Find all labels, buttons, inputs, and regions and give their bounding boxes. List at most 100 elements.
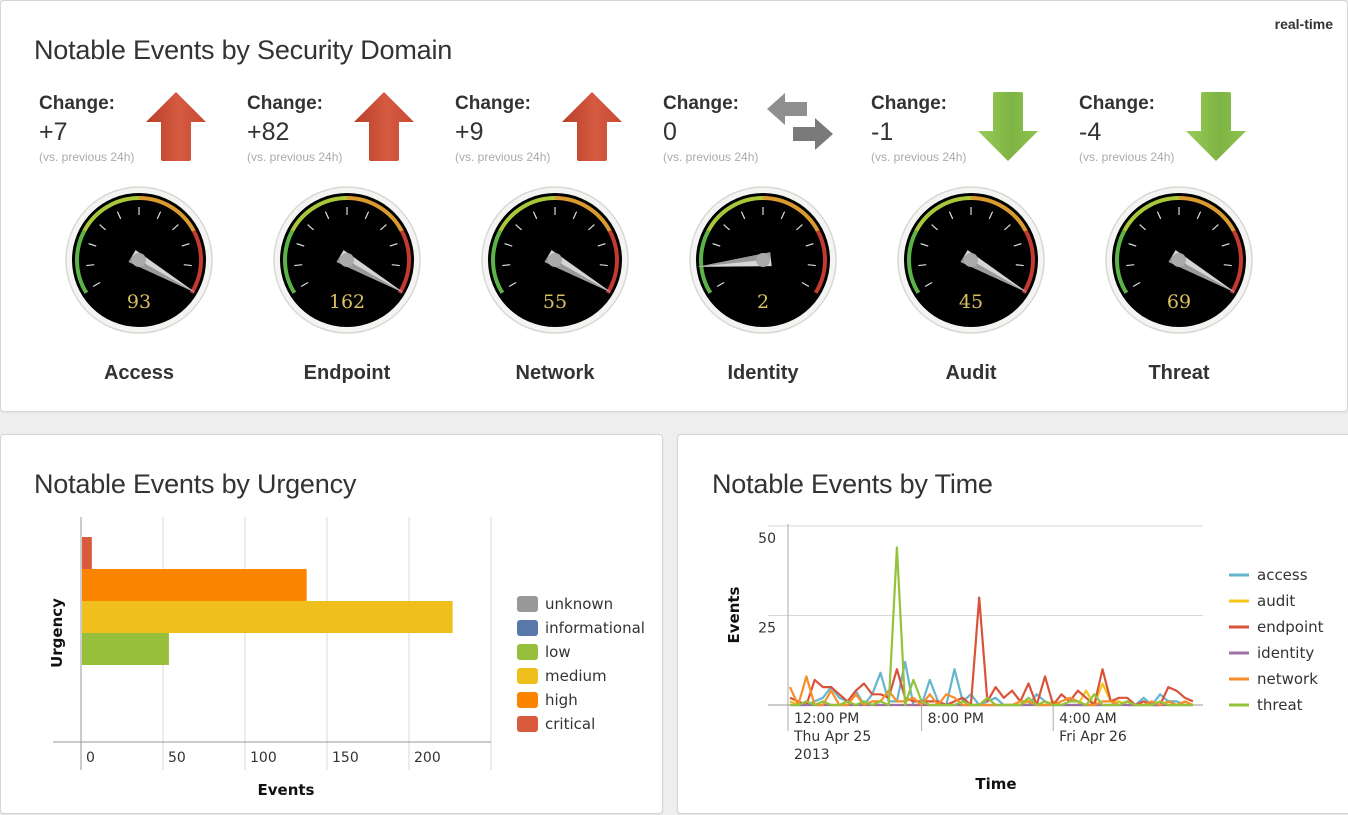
- gauge-value: 162: [329, 291, 365, 313]
- trend-up-arrow-icon: [354, 92, 414, 161]
- gauge-tick: [918, 264, 927, 267]
- x-tick-label: 150: [332, 750, 359, 766]
- legend-label-unknown[interactable]: unknown: [545, 595, 613, 613]
- trend-up-arrow-icon: [146, 92, 206, 161]
- change-label: Change:: [247, 93, 323, 114]
- change-value: +9: [455, 118, 484, 146]
- domain-access[interactable]: Change: +7 (vs. previous 24h) 93 Access: [1, 89, 213, 399]
- gauge-tick: [502, 264, 511, 267]
- gauge-tick: [86, 264, 95, 267]
- change-comparison-note: (vs. previous 24h): [1079, 150, 1175, 164]
- change-comparison-note: (vs. previous 24h): [247, 150, 343, 164]
- series-line-threat[interactable]: [790, 546, 1193, 707]
- change-label: Change:: [455, 93, 531, 114]
- gauge-tick: [1126, 264, 1135, 267]
- trend-down-arrow-icon: [978, 92, 1038, 161]
- gauge-tick: [807, 264, 816, 267]
- gauge-value: 69: [1167, 291, 1191, 313]
- gauge-hub: [756, 253, 770, 267]
- legend-swatch-medium: [517, 668, 538, 684]
- gauge-tick: [1223, 264, 1232, 267]
- x-tick-label: 4:00 AM: [1059, 711, 1117, 727]
- legend-label-access[interactable]: access: [1257, 566, 1308, 584]
- change-label: Change:: [39, 93, 115, 114]
- legend-swatch-low: [517, 644, 538, 660]
- gauge-tick: [183, 264, 192, 267]
- legend-label-medium[interactable]: medium: [545, 667, 607, 685]
- domain-identity[interactable]: Change: 0 (vs. previous 24h) 2 Identity: [625, 89, 837, 399]
- domain-name[interactable]: Threat: [1041, 362, 1317, 385]
- realtime-label: real-time: [1274, 16, 1333, 32]
- legend-swatch-high: [517, 692, 538, 708]
- domain-network[interactable]: Change: +9 (vs. previous 24h) 55 Network: [417, 89, 629, 399]
- time-panel: Notable Events by Time 25 50 12:00 PM Thu A…: [677, 434, 1348, 814]
- x-axis-title: Time: [975, 775, 1016, 793]
- legend-swatch-unknown: [517, 596, 538, 612]
- legend-swatch-informational: [517, 620, 538, 636]
- gauge-tick: [1015, 264, 1024, 267]
- y-tick-label: 50: [758, 531, 776, 547]
- change-comparison-note: (vs. previous 24h): [871, 150, 967, 164]
- gauge-hub: [964, 253, 978, 267]
- change-comparison-note: (vs. previous 24h): [455, 150, 551, 164]
- legend-label-threat[interactable]: threat: [1257, 696, 1303, 714]
- domain-audit[interactable]: Change: -1 (vs. previous 24h) 45 Audit: [833, 89, 1045, 399]
- change-comparison-note: (vs. previous 24h): [39, 150, 135, 164]
- change-label: Change:: [871, 93, 947, 114]
- x-tick-label: Thu Apr 25: [793, 729, 871, 745]
- change-label: Change:: [1079, 93, 1155, 114]
- trend-down-arrow-icon: [1186, 92, 1246, 161]
- urgency-bar-chart: 0 50 100 150 200 Events Urgency unknown informat…: [48, 517, 645, 799]
- x-tick-label: 100: [250, 750, 277, 766]
- change-value: +7: [39, 118, 68, 146]
- gauge-value: 45: [959, 291, 983, 313]
- legend-label-critical[interactable]: critical: [545, 715, 595, 733]
- gauge-value: 55: [543, 291, 567, 313]
- gauge-hub: [548, 253, 562, 267]
- legend-label-identity[interactable]: identity: [1257, 644, 1314, 662]
- bar-medium[interactable]: [82, 601, 453, 633]
- x-tick-label: 0: [86, 750, 95, 766]
- gauge-hub: [132, 253, 146, 267]
- gauge: 45: [897, 186, 1045, 334]
- x-tick-label: 2013: [794, 747, 830, 763]
- y-tick-label: 25: [758, 621, 776, 637]
- domain-threat[interactable]: Change: -4 (vs. previous 24h) 69 Threat: [1041, 89, 1253, 399]
- x-axis-title: Events: [258, 781, 315, 799]
- gauge-tick: [599, 264, 608, 267]
- trend-up-arrow-icon: [562, 92, 622, 161]
- legend-label-endpoint[interactable]: endpoint: [1257, 618, 1324, 636]
- gauge-value: 93: [127, 291, 151, 313]
- bar-low[interactable]: [82, 633, 169, 665]
- gauge: 69: [1105, 186, 1253, 334]
- bar-critical[interactable]: [82, 537, 92, 569]
- x-tick-label: 12:00 PM: [794, 711, 859, 727]
- change-label: Change:: [663, 93, 739, 114]
- gauge: 162: [273, 186, 421, 334]
- change-value: -4: [1079, 118, 1102, 146]
- legend-label-high[interactable]: high: [545, 691, 578, 709]
- y-axis-title: Urgency: [48, 598, 66, 668]
- bar-high[interactable]: [82, 569, 307, 601]
- gauge-hub: [340, 253, 354, 267]
- x-tick-label: 8:00 PM: [928, 711, 984, 727]
- gauge: 93: [65, 186, 213, 334]
- time-line-chart: 25 50 12:00 PM Thu Apr 25 2013 8:00 PM 4:00 AM…: [725, 524, 1324, 793]
- gauge-tick: [294, 264, 303, 267]
- gauge: 55: [481, 186, 629, 334]
- legend-label-low[interactable]: low: [545, 643, 571, 661]
- legend-swatch-critical: [517, 716, 538, 732]
- gauge: 2: [689, 186, 837, 334]
- gauge-tick: [391, 264, 400, 267]
- y-axis-title: Events: [725, 586, 743, 643]
- panel-title: Notable Events by Security Domain: [34, 35, 453, 65]
- gauge-value: 2: [757, 291, 769, 313]
- legend-label-audit[interactable]: audit: [1257, 592, 1295, 610]
- change-value: -1: [871, 118, 894, 146]
- gauge-hub: [1172, 253, 1186, 267]
- legend-label-network[interactable]: network: [1257, 670, 1318, 688]
- series-line-endpoint[interactable]: [789, 596, 1194, 707]
- domain-endpoint[interactable]: Change: +82 (vs. previous 24h) 162 Endpoin…: [209, 89, 421, 399]
- legend-label-informational[interactable]: informational: [545, 619, 645, 637]
- x-tick-label: 50: [168, 750, 186, 766]
